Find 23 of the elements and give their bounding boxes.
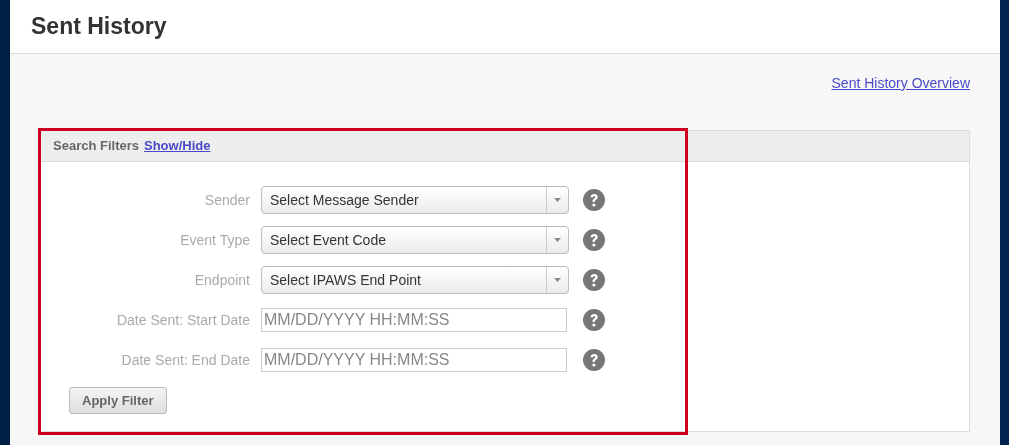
show-hide-link[interactable]: Show/Hide (144, 136, 211, 156)
apply-filter-button[interactable]: Apply Filter (69, 387, 167, 414)
field-label: Endpoint (193, 270, 251, 290)
select-dropdown[interactable]: Select IPAWS End Point (261, 266, 569, 294)
help-icon[interactable] (583, 269, 605, 291)
date-input-field[interactable]: MM/DD/YYYY HH:MM:SS (261, 348, 567, 372)
field-label: Date Sent: End Date (120, 350, 251, 370)
overview-link[interactable]: Sent History Overview (831, 73, 970, 91)
field-label: Sender (203, 190, 251, 210)
help-icon[interactable] (583, 229, 605, 251)
field-label: Date Sent: Start Date (115, 310, 251, 330)
select-dropdown[interactable]: Select Event Code (261, 226, 569, 254)
panel-title: Search Filters (53, 137, 139, 156)
date-input-field[interactable]: MM/DD/YYYY HH:MM:SS (261, 308, 567, 332)
help-icon[interactable] (583, 309, 605, 331)
caret-icon (554, 238, 561, 242)
field-label: Event Type (179, 230, 251, 250)
select-dropdown[interactable]: Select Message Sender (261, 186, 569, 214)
caret-icon (554, 198, 561, 202)
help-icon[interactable] (583, 189, 605, 211)
help-icon[interactable] (583, 349, 605, 371)
page-title: Sent History (31, 12, 167, 42)
caret-icon (554, 278, 561, 282)
